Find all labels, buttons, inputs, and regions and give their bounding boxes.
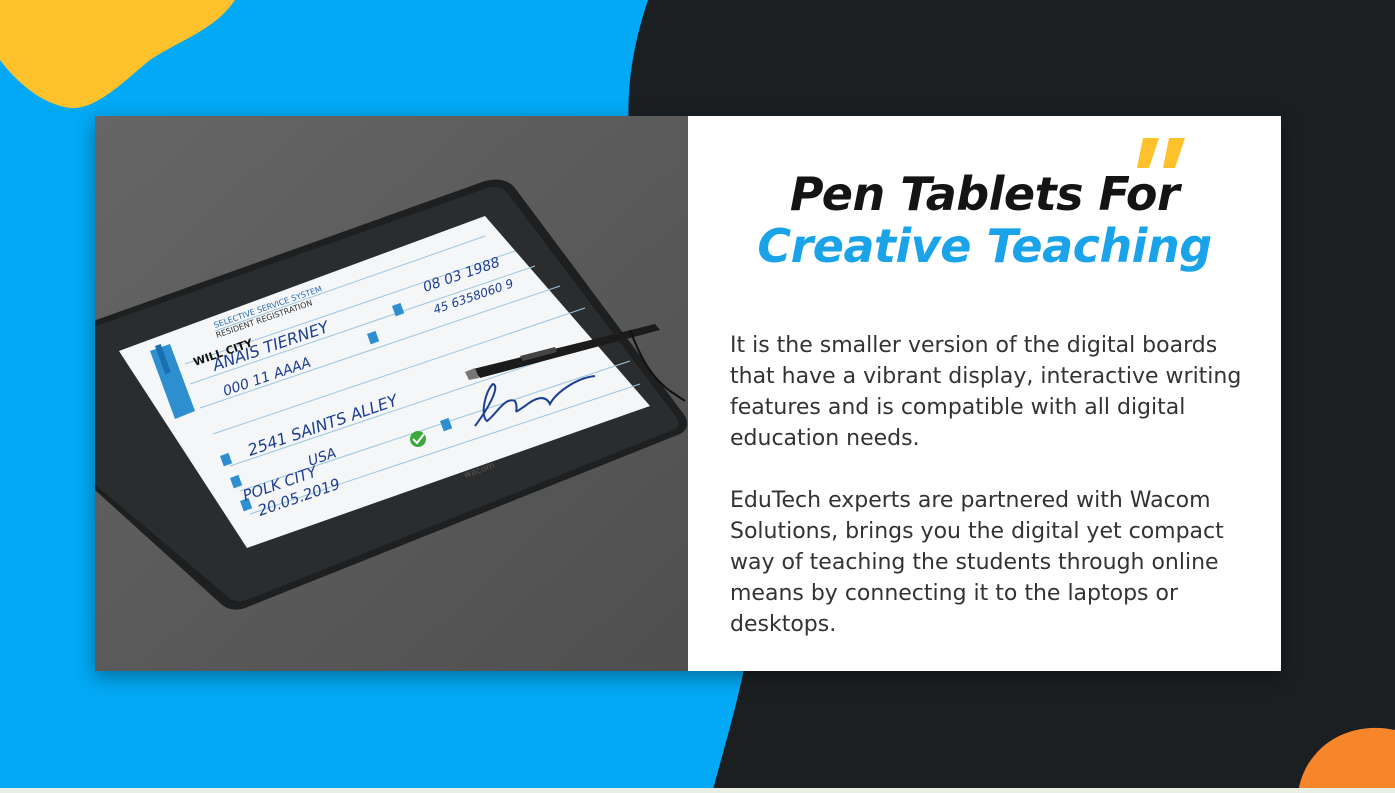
pen-tablet-illustration: SELECTIVE SERVICE SYSTEM RESIDENT REGIST…: [95, 116, 688, 671]
page-title: Pen Tablets For Creative Teaching: [688, 168, 1281, 272]
title-line-1: Pen Tablets For: [789, 167, 1180, 221]
pen-tablet-photo: SELECTIVE SERVICE SYSTEM RESIDENT REGIST…: [95, 116, 688, 671]
text-panel: Pen Tablets For Creative Teaching It is …: [688, 116, 1281, 671]
content-card: SELECTIVE SERVICE SYSTEM RESIDENT REGIST…: [95, 116, 1281, 671]
body-text: It is the smaller version of the digital…: [730, 330, 1260, 671]
paragraph-2: EduTech experts are partnered with Wacom…: [730, 488, 1224, 637]
paragraph-1: It is the smaller version of the digital…: [730, 333, 1242, 451]
title-line-2: Creative Teaching: [757, 219, 1212, 273]
bottom-strip: [0, 788, 1395, 793]
check-icon: [410, 431, 426, 447]
